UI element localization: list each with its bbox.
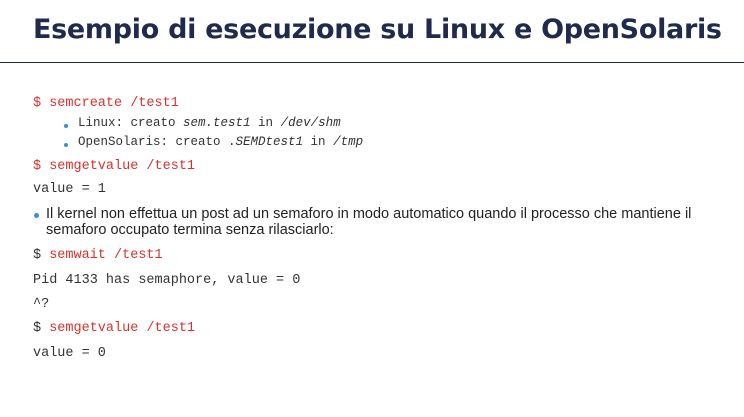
command-text: semcreate /test1 [49,96,179,111]
output-pid-line: Pid 4133 has semaphore, value = 0 [33,273,301,288]
note-linux-prefix: Linux: creato [78,116,184,130]
bullet-paragraph: Il kernel non effettua un post ad un sem… [46,206,692,238]
title-divider [0,62,744,63]
note-linux-file: sem.test1 [183,116,251,130]
output-interrupt: ^? [33,297,50,312]
prompt-symbol: $ [33,321,50,336]
prompt-symbol: $ [33,248,50,263]
bullet-icon [64,143,68,147]
note-solaris-file: SEMDtest1 [235,135,304,149]
note-linux-dir: /dev/shm [280,116,341,130]
command-text: semgetvalue /test1 [49,321,196,336]
command-line-semwait: $ semwait /test1 [33,248,163,263]
note-solaris-dir: /tmp [333,135,364,149]
note-solaris-in: in [303,135,334,149]
note-linux: Linux: creato sem.test1 in /dev/shm [78,116,341,130]
prompt-symbol: $ [33,159,50,174]
prompt-symbol: $ [33,96,50,111]
slide-title: Esempio di esecuzione su Linux e OpenSol… [33,14,722,45]
command-line-semcreate: $ semcreate /test1 [33,96,179,111]
bullet-icon [64,124,68,128]
note-solaris-prefix: OpenSolaris: creato . [78,135,236,149]
note-linux-in: in [250,116,281,130]
bullet-icon [34,213,39,218]
command-text: semgetvalue /test1 [49,159,196,174]
command-line-semgetvalue: $ semgetvalue /test1 [33,159,195,174]
command-text: semwait /test1 [49,248,163,263]
output-value-1: value = 1 [33,182,106,197]
output-value-0: value = 0 [33,346,106,361]
note-opensolaris: OpenSolaris: creato .SEMDtest1 in /tmp [78,135,363,149]
command-line-semgetvalue-2: $ semgetvalue /test1 [33,321,195,336]
